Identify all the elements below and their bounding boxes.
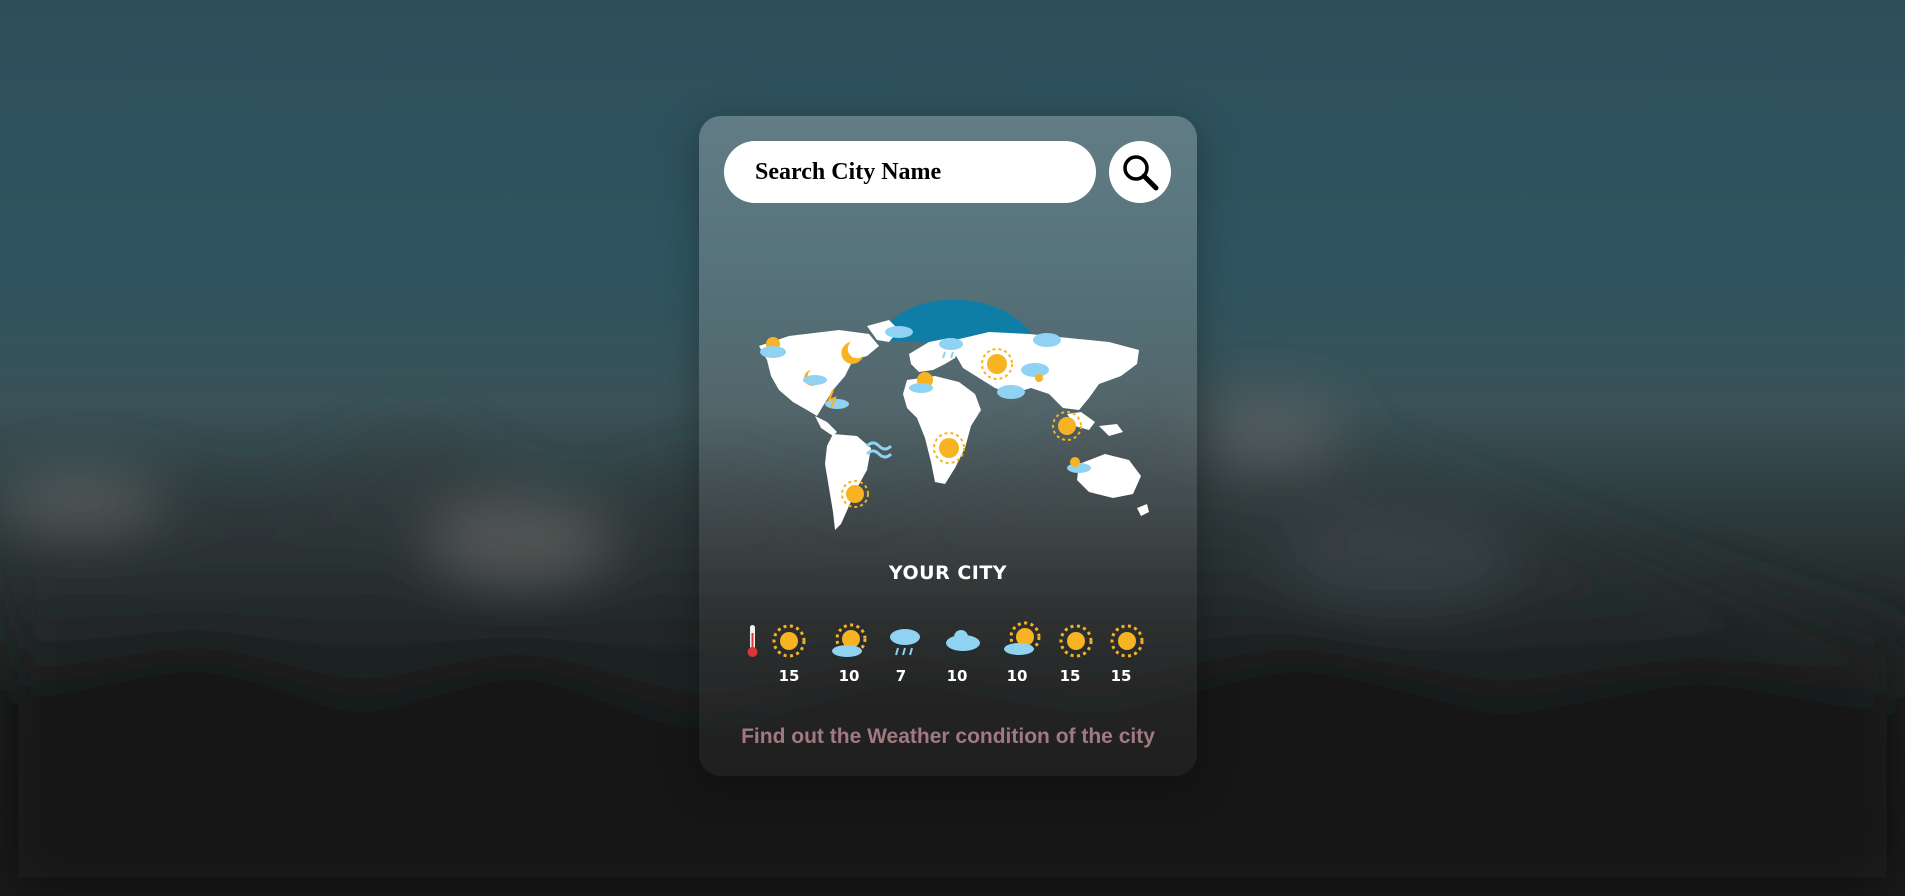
sun-icon <box>772 624 806 658</box>
forecast-temp: 15 <box>1059 667 1081 685</box>
forecast-temp: 7 <box>895 667 907 685</box>
forecast-temp: 10 <box>838 667 860 685</box>
world-weather-map-illustration <box>749 298 1159 548</box>
search-icon <box>1120 152 1160 192</box>
partly-sunny-icon <box>832 623 867 657</box>
forecast-temp: 10 <box>1006 667 1028 685</box>
city-name: YOUR CITY <box>888 562 1008 584</box>
forecast-temp: 10 <box>946 667 968 685</box>
search-button[interactable] <box>1109 141 1171 203</box>
sun-icon <box>1110 624 1144 658</box>
forecast-day-6: 15 <box>1054 621 1098 691</box>
forecast-day-5: 10 <box>999 621 1043 691</box>
search-input[interactable] <box>724 141 1096 203</box>
forecast-temp: 15 <box>778 667 800 685</box>
forecast-day-1: 15 <box>767 621 811 691</box>
sun-behind-cloud-icon <box>1004 621 1041 655</box>
forecast-strip: 15 10 7 10 10 15 15 <box>739 621 1159 691</box>
sun-icon <box>1059 624 1093 658</box>
forecast-temp: 15 <box>1110 667 1132 685</box>
rain-cloud-icon <box>890 629 920 656</box>
cloud-icon <box>946 630 980 651</box>
forecast-day-7: 15 <box>1105 621 1149 691</box>
forecast-day-2: 10 <box>827 621 871 691</box>
footer-tagline: Find out the Weather condition of the ci… <box>741 725 1155 748</box>
weather-card: YOUR CITY 15 10 <box>699 116 1197 776</box>
forecast-day-3: 7 <box>883 621 927 691</box>
forecast-day-4: 10 <box>941 621 985 691</box>
